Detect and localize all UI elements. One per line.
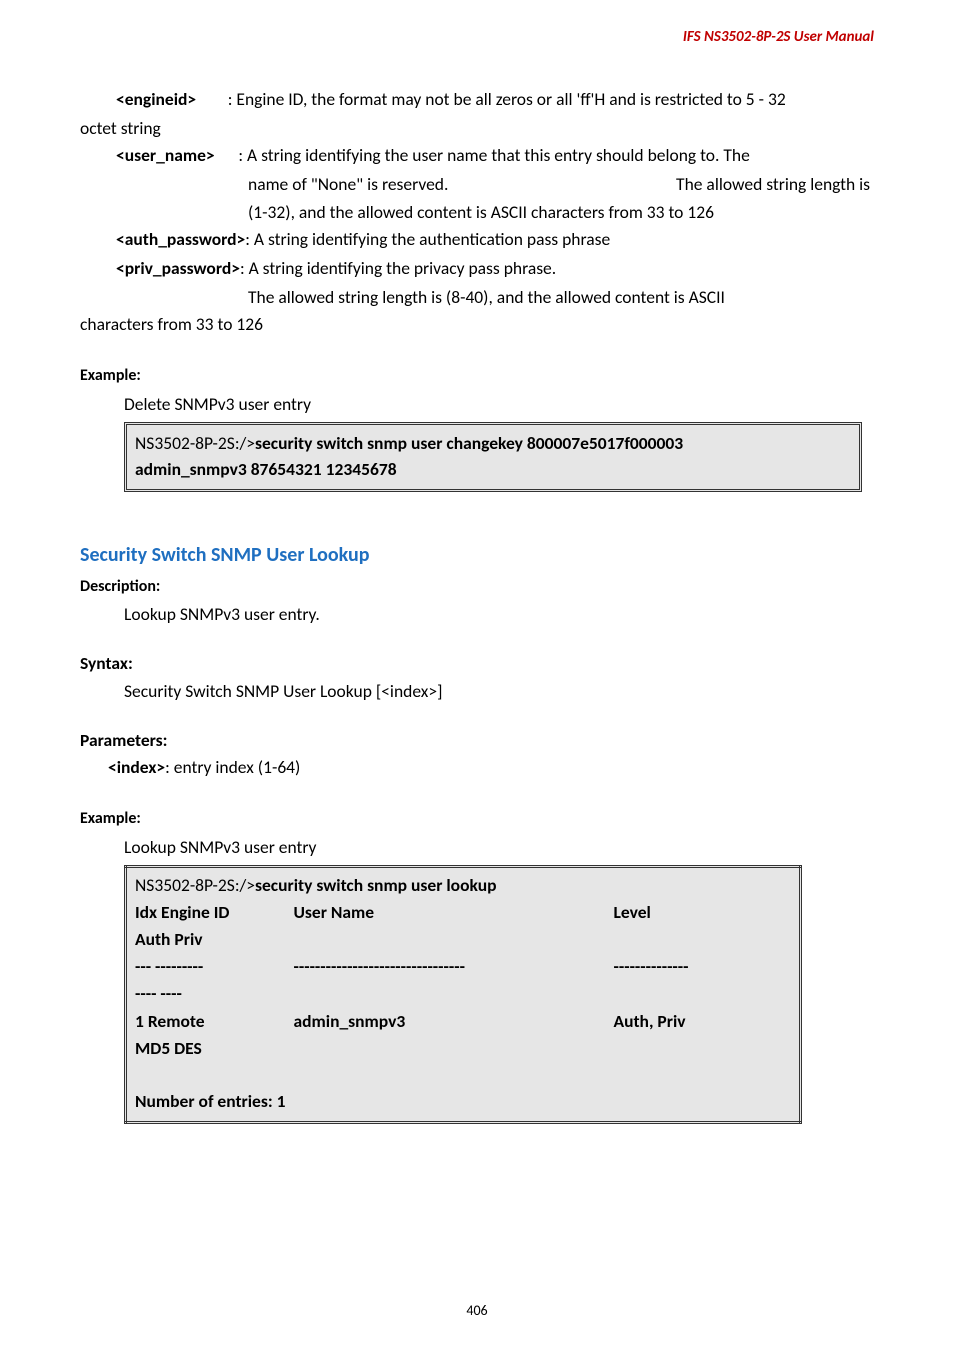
param-index-desc: : entry index (1-64) <box>165 756 300 778</box>
lookup-r2: MD5 DES <box>126 1035 801 1068</box>
lookup-prompt: NS3502-8P-2S:/> <box>135 874 255 896</box>
param-engineid: <engineid> : Engine ID, the format may n… <box>80 86 874 113</box>
section2-title: Security Switch SNMP User Lookup <box>80 540 874 571</box>
param-authpw-desc: : A string identifying the authenticatio… <box>245 228 610 250</box>
param-engineid-name: <engineid> <box>116 88 196 110</box>
lookup-footer: Number of entries: 1 <box>126 1088 801 1123</box>
param-username-l2: name of "None" is reserved. The allowed … <box>80 171 874 198</box>
lookup-r1c3: Auth, Priv <box>606 1008 801 1035</box>
lookup-h1: Idx Engine ID <box>126 899 286 926</box>
lookup-h2: User Name <box>286 899 606 926</box>
example1-cmd2: admin_snmpv3 87654321 12345678 <box>135 458 397 480</box>
lookup-h4: Auth Priv <box>126 926 801 953</box>
param-username: <user_name> : A string identifying the u… <box>80 142 874 169</box>
param-privpw-name: <priv_password> <box>116 257 240 279</box>
param-engineid-cont: octet string <box>80 115 874 142</box>
param-index-name: <index> <box>108 756 165 778</box>
lookup-sep2: -------------------------------- <box>286 953 606 980</box>
syntax-label: Syntax: <box>80 650 874 677</box>
desc-label: Description: <box>80 575 874 600</box>
lookup-h3: Level <box>606 899 801 926</box>
lookup-sep3: -------------- <box>606 953 801 980</box>
param-username-l2a: name of "None" is reserved. <box>248 171 448 198</box>
param-privpw: <priv_password>: A string identifying th… <box>80 255 874 282</box>
param-privpw-desc: : A string identifying the privacy pass … <box>240 257 556 279</box>
header-product: IFS NS3502-8P-2S User Manual <box>683 26 874 49</box>
main-content: <engineid> : Engine ID, the format may n… <box>80 86 874 1124</box>
example1-label: Example: <box>80 364 874 389</box>
lookup-sep1: --- --------- <box>126 953 286 980</box>
lookup-cmd: security switch snmp user lookup <box>255 874 496 896</box>
example1-cmdbox: NS3502-8P-2S:/>security switch snmp user… <box>124 422 862 492</box>
desc-text: Lookup SNMPv3 user entry. <box>80 601 874 628</box>
example2-intro: Lookup SNMPv3 user entry <box>80 834 874 861</box>
param-authpw: <auth_password>: A string identifying th… <box>80 226 874 253</box>
param-username-l2b: The allowed string length is <box>676 171 870 198</box>
param-index: <index>: entry index (1-64) <box>80 754 874 781</box>
param-privpw-cont2: characters from 33 to 126 <box>80 311 874 338</box>
param-authpw-name: <auth_password> <box>116 228 245 250</box>
lookup-sep4: ---- ---- <box>126 980 801 1007</box>
lookup-cmdbox: NS3502-8P-2S:/>security switch snmp user… <box>124 865 802 1124</box>
param-username-name: <user_name> <box>116 144 215 166</box>
lookup-r1c2: admin_snmpv3 <box>286 1008 606 1035</box>
example1-intro: Delete SNMPv3 user entry <box>80 391 874 418</box>
param-username-l3: (1-32), and the allowed content is ASCII… <box>80 199 874 226</box>
lookup-r1c1: 1 Remote <box>126 1008 286 1035</box>
syntax-text: Security Switch SNMP User Lookup [<index… <box>80 678 874 705</box>
example1-cmd1: security switch snmp user changekey 8000… <box>255 432 683 454</box>
example1-prompt: NS3502-8P-2S:/> <box>135 432 255 454</box>
page-number: 406 <box>0 1300 954 1322</box>
param-username-l1: : A string identifying the user name tha… <box>238 144 749 166</box>
params-label: Parameters: <box>80 727 874 754</box>
param-privpw-cont: The allowed string length is (8-40), and… <box>80 284 874 311</box>
param-engineid-desc: : Engine ID, the format may not be all z… <box>228 88 786 110</box>
example2-label: Example: <box>80 807 874 832</box>
